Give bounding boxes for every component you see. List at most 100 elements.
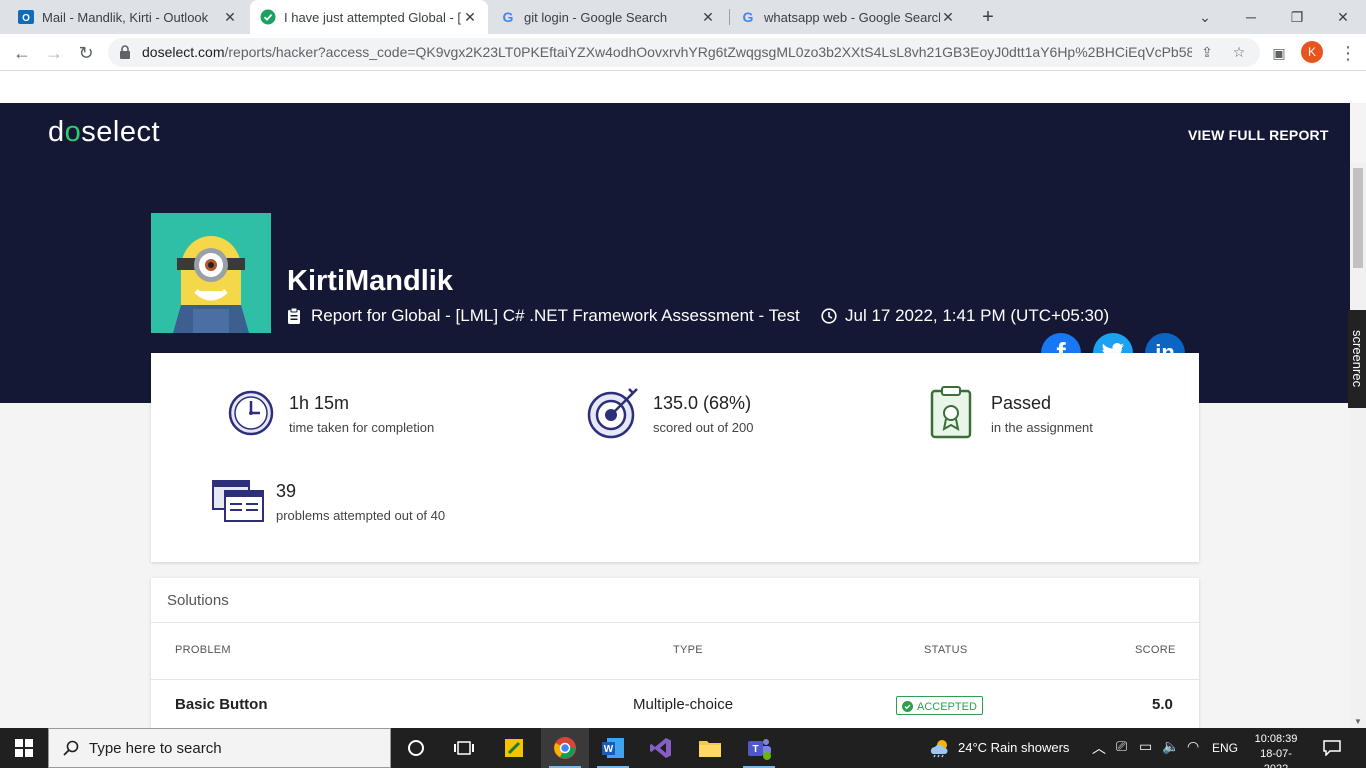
restore-button[interactable]: ❐ <box>1274 0 1320 34</box>
clock-icon <box>821 308 837 324</box>
stats-card: 1h 15m time taken for completion 135.0 (… <box>151 353 1199 562</box>
profile-avatar[interactable]: K <box>1301 41 1323 63</box>
table-divider <box>151 679 1199 680</box>
stat-result: Passed in the assignment <box>991 393 1093 435</box>
user-avatar <box>151 213 271 333</box>
report-date: Jul 17 2022, 1:41 PM (UTC+05:30) <box>821 306 1109 326</box>
cortana-button[interactable] <box>392 728 440 768</box>
solutions-panel: Solutions PROBLEM TYPE STATUS SCORE Basi… <box>151 578 1199 728</box>
word-icon: W <box>602 738 624 758</box>
language-indicator[interactable]: ENG <box>1212 741 1238 755</box>
tab-title: Mail - Mandlik, Kirti - Outlook <box>42 9 209 25</box>
column-header-type: TYPE <box>673 644 703 656</box>
scrollbar-thumb[interactable] <box>1353 168 1363 268</box>
column-header-status: STATUS <box>924 644 968 656</box>
taskbar-teams[interactable]: T <box>735 728 783 768</box>
column-header-score: SCORE <box>1135 644 1176 656</box>
stat-result-value: Passed <box>991 393 1052 413</box>
tab-outlook[interactable]: O Mail - Mandlik, Kirti - Outlook ✕ <box>8 0 248 34</box>
svg-text:T: T <box>752 744 758 755</box>
taskbar-word[interactable]: W <box>589 728 637 768</box>
task-view-button[interactable] <box>440 728 488 768</box>
windows-taskbar: Type here to search W T 24°C Rain shower… <box>0 728 1366 768</box>
stat-score-label: scored out of 200 <box>653 420 754 435</box>
tray-device-icon[interactable]: ⎚ <box>1116 738 1127 755</box>
taskbar-clock[interactable]: 10:08:39 18-07-2022 <box>1252 732 1300 768</box>
page-top-strip <box>0 71 1366 103</box>
close-window-button[interactable]: ✕ <box>1320 0 1366 34</box>
username: KirtiMandlik <box>287 265 453 297</box>
bookmark-star-icon[interactable]: ☆ <box>1230 44 1248 62</box>
address-bar[interactable]: doselect.com/reports/hacker?access_code=… <box>108 38 1260 67</box>
clock-icon <box>228 390 274 436</box>
taskbar-app-sticky[interactable] <box>490 728 538 768</box>
url-text: doselect.com/reports/hacker?access_code=… <box>142 44 1192 60</box>
svg-text:G: G <box>503 9 514 25</box>
task-view-icon <box>454 741 474 755</box>
problem-name-link[interactable]: Basic Button <box>175 696 268 713</box>
problem-type: Multiple-choice <box>633 696 734 713</box>
volume-icon[interactable]: 🔈 <box>1162 738 1179 755</box>
tab-title: whatsapp web - Google Search <box>764 9 940 25</box>
logo-check-o: o <box>64 116 82 148</box>
cortana-circle-icon <box>408 740 424 756</box>
clock-date: 18-07-2022 <box>1260 748 1292 768</box>
stat-result-label: in the assignment <box>991 420 1093 435</box>
outlook-icon: O <box>18 9 34 25</box>
stat-score: 135.0 (68%) scored out of 200 <box>653 393 753 435</box>
doselect-logo[interactable]: doselect <box>48 116 160 149</box>
folder-icon <box>699 741 721 757</box>
svg-text:W: W <box>604 744 614 755</box>
scroll-down-arrow-icon[interactable]: ▼ <box>1354 717 1362 726</box>
status-badge: ACCEPTED <box>896 696 983 715</box>
tab-whatsapp-search[interactable]: G whatsapp web - Google Search ✕ <box>730 0 966 34</box>
teams-icon: T <box>748 739 771 760</box>
weather-text[interactable]: 24°C Rain showers <box>958 740 1069 755</box>
back-arrow-icon[interactable]: ← <box>9 40 35 66</box>
svg-text:G: G <box>743 9 754 25</box>
close-icon[interactable]: ✕ <box>700 9 716 26</box>
browser-toolbar: ← → ↻ doselect.com/reports/hacker?access… <box>0 34 1366 71</box>
problems-window-icon <box>212 480 264 522</box>
check-circle-icon <box>902 701 913 712</box>
taskbar-chrome[interactable] <box>541 728 589 768</box>
wifi-icon[interactable]: ◠ <box>1187 738 1199 755</box>
stat-time-value: 1h 15m <box>289 393 350 413</box>
side-panel-icon[interactable]: ▣ <box>1266 40 1292 66</box>
google-icon: G <box>500 9 516 25</box>
view-full-report-link[interactable]: VIEW FULL REPORT <box>1188 127 1329 143</box>
chrome-icon <box>554 737 576 759</box>
share-icon[interactable]: ⇪ <box>1198 44 1216 62</box>
notifications-button[interactable] <box>1310 728 1354 768</box>
search-icon <box>63 740 79 756</box>
svg-text:O: O <box>22 13 30 24</box>
chevron-up-icon[interactable]: ︿ <box>1092 738 1106 758</box>
new-tab-button[interactable]: + <box>976 5 1000 29</box>
page-scrollbar[interactable]: ▼ <box>1350 163 1366 728</box>
tab-search-chevron-icon[interactable]: ⌄ <box>1182 0 1228 34</box>
minimize-button[interactable]: ─ <box>1228 0 1274 34</box>
stat-problems: 39 problems attempted out of 40 <box>276 481 445 523</box>
target-icon <box>587 388 638 439</box>
windows-start-button[interactable] <box>0 728 48 768</box>
taskbar-file-explorer[interactable] <box>686 728 734 768</box>
taskbar-visual-studio[interactable] <box>637 728 685 768</box>
close-icon[interactable]: ✕ <box>462 9 478 26</box>
tab-git-login[interactable]: G git login - Google Search ✕ <box>490 0 726 34</box>
report-title: Report for Global - [LML] C# .NET Framew… <box>287 306 800 326</box>
taskbar-search-box[interactable]: Type here to search <box>48 728 391 768</box>
battery-icon[interactable]: ▭ <box>1139 738 1152 755</box>
tab-title: I have just attempted Global - [LML <box>284 9 462 25</box>
stat-time: 1h 15m time taken for completion <box>289 393 434 435</box>
clock-time: 10:08:39 <box>1254 733 1298 745</box>
screenrec-overlay[interactable]: screenrec <box>1348 310 1366 408</box>
lock-icon <box>120 45 130 59</box>
menu-kebab-icon[interactable]: ⋮ <box>1335 40 1361 66</box>
browser-tab-strip: O Mail - Mandlik, Kirti - Outlook ✕ I ha… <box>0 0 1366 34</box>
notification-icon <box>1323 740 1341 756</box>
tab-doselect-report[interactable]: I have just attempted Global - [LML ✕ <box>250 0 488 34</box>
close-icon[interactable]: ✕ <box>222 9 238 26</box>
forward-arrow-icon[interactable]: → <box>41 40 67 66</box>
close-icon[interactable]: ✕ <box>940 9 956 26</box>
reload-icon[interactable]: ↻ <box>73 40 99 66</box>
